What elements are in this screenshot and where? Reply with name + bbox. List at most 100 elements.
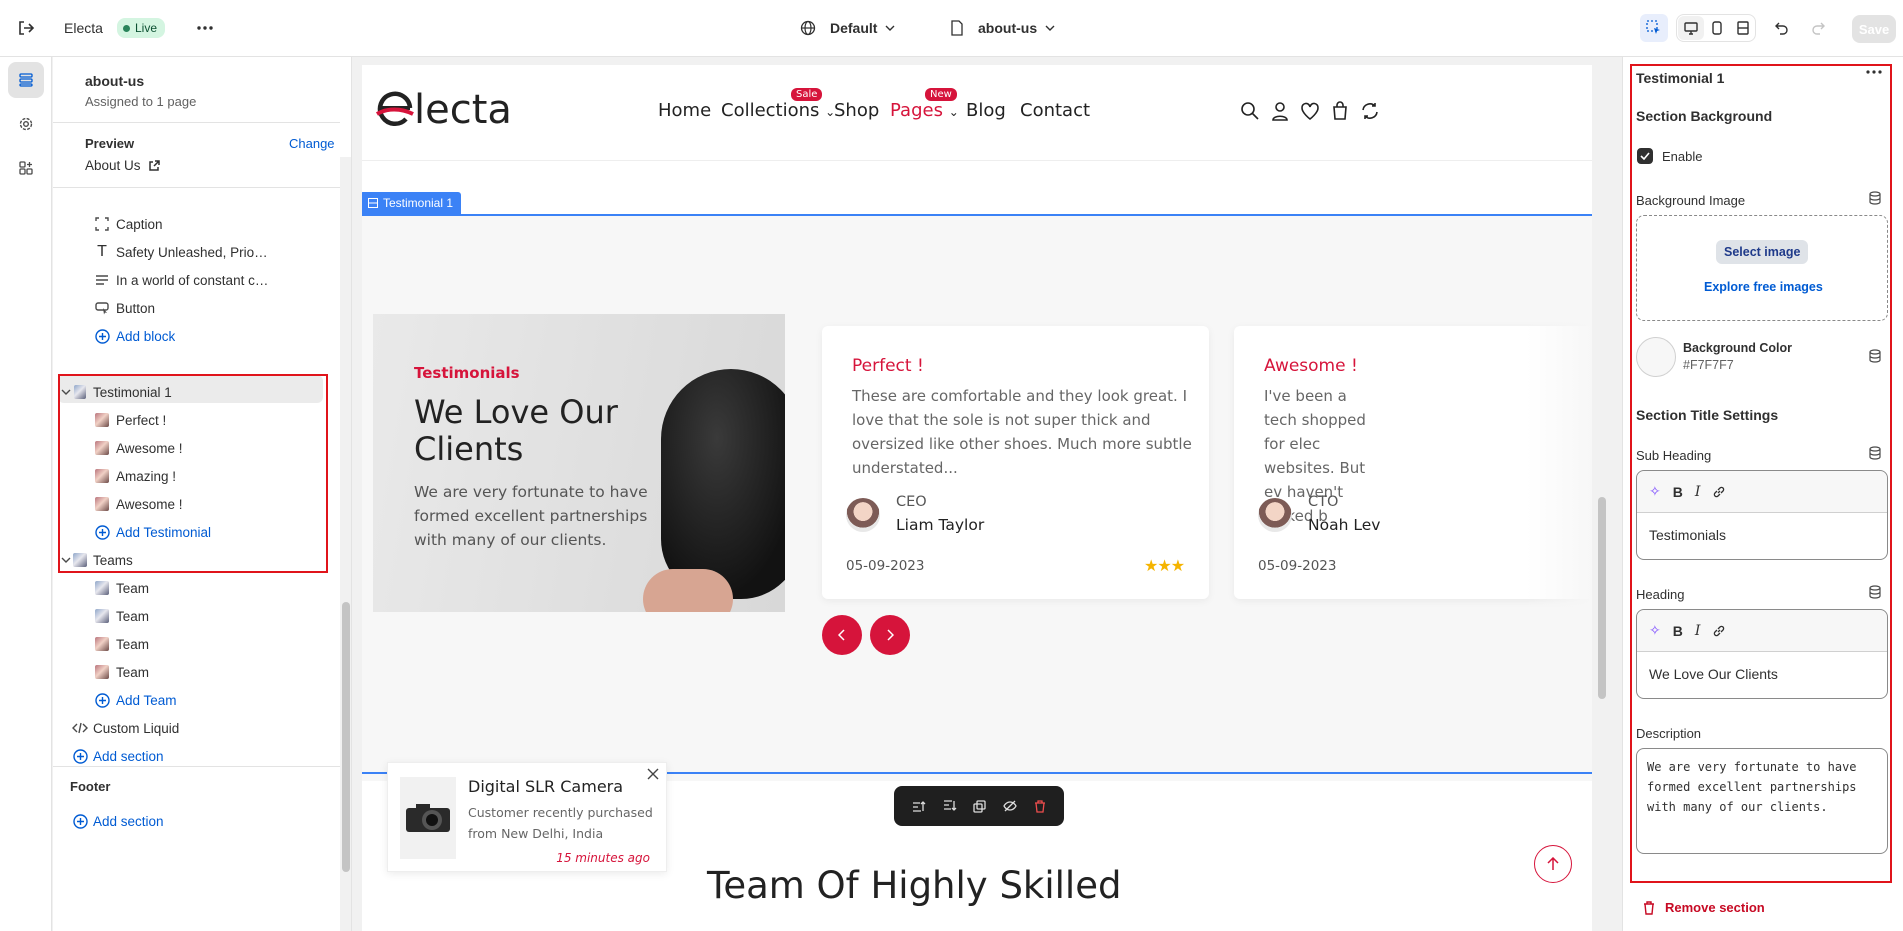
camera-image bbox=[400, 777, 456, 859]
exit-icon[interactable] bbox=[14, 16, 38, 40]
tree-item-label: Team bbox=[116, 664, 150, 680]
divider bbox=[53, 766, 340, 767]
live-badge: Live bbox=[117, 18, 166, 38]
duplicate-icon[interactable] bbox=[973, 799, 987, 813]
sections-icon[interactable] bbox=[8, 62, 44, 98]
highlight-box-tree bbox=[58, 374, 328, 573]
popup-line-2: from New Delhi, India bbox=[468, 826, 604, 841]
section-tag[interactable]: Testimonial 1 bbox=[362, 192, 462, 214]
move-up-icon[interactable] bbox=[912, 800, 926, 812]
canvas-scrollbar[interactable] bbox=[1596, 65, 1608, 931]
store-logo[interactable]: lecta bbox=[376, 83, 521, 133]
save-button[interactable]: Save bbox=[1852, 15, 1896, 43]
nav-pages-label: Pages bbox=[890, 100, 943, 121]
back-to-top-button[interactable] bbox=[1534, 845, 1572, 883]
settings-gear-icon[interactable] bbox=[8, 106, 44, 142]
cart-icon[interactable] bbox=[1330, 101, 1350, 121]
sidebar-scrollbar[interactable] bbox=[340, 157, 351, 931]
delete-icon[interactable] bbox=[1034, 799, 1046, 813]
chevron-down-icon bbox=[1045, 25, 1055, 31]
section-icon bbox=[368, 198, 378, 208]
tree-item-label: Button bbox=[116, 300, 156, 316]
theme-label: Default bbox=[830, 20, 878, 36]
close-icon[interactable] bbox=[646, 767, 660, 781]
new-badge: New bbox=[925, 88, 957, 101]
nav-shop[interactable]: Shop bbox=[834, 100, 879, 121]
app-name: Electa bbox=[64, 20, 103, 36]
header-icons bbox=[1240, 101, 1380, 121]
recent-purchase-popup[interactable]: Digital SLR Camera Customer recently pur… bbox=[387, 762, 667, 872]
external-link-icon bbox=[148, 159, 160, 171]
page-label: about-us bbox=[978, 20, 1038, 36]
remove-section-label: Remove section bbox=[1665, 900, 1765, 915]
popup-time: 15 minutes ago bbox=[556, 851, 650, 865]
add-block-button[interactable]: Add block bbox=[53, 319, 333, 353]
search-icon[interactable] bbox=[1240, 101, 1260, 121]
change-preview-link[interactable]: Change bbox=[289, 136, 335, 151]
fullscreen-icon[interactable] bbox=[1730, 16, 1756, 40]
hide-icon[interactable] bbox=[1003, 800, 1017, 812]
tree-item-label: Safety Unleashed, Priority ... bbox=[116, 244, 271, 260]
move-down-icon[interactable] bbox=[943, 800, 957, 812]
preview-value[interactable]: About Us bbox=[85, 158, 160, 173]
wishlist-icon[interactable] bbox=[1300, 101, 1320, 121]
trash-icon bbox=[1644, 900, 1654, 915]
paragraph-icon bbox=[93, 271, 111, 289]
account-icon[interactable] bbox=[1270, 101, 1290, 121]
device-toggle bbox=[1676, 14, 1756, 42]
undo-icon[interactable] bbox=[1770, 16, 1794, 40]
section-selection-outline bbox=[362, 214, 1592, 774]
nav-collections[interactable]: Collections ⌄ bbox=[721, 100, 835, 121]
tree-item-label: Add Team bbox=[116, 692, 177, 708]
storefront-preview: lecta Home Collections ⌄ Sale Shop Pages… bbox=[362, 65, 1592, 931]
preview-page-name: About Us bbox=[85, 158, 141, 173]
live-label: Live bbox=[135, 21, 158, 35]
scrollbar-thumb[interactable] bbox=[342, 602, 350, 872]
arrow-up-icon bbox=[1547, 857, 1559, 870]
tree-item-label: Team bbox=[116, 636, 150, 652]
plus-circle-icon bbox=[93, 691, 111, 709]
tree-item-label: Add section bbox=[93, 813, 164, 829]
add-section-button[interactable]: Add section bbox=[53, 739, 333, 773]
section-tag-label: Testimonial 1 bbox=[383, 196, 454, 210]
desktop-icon[interactable] bbox=[1678, 16, 1704, 40]
divider bbox=[53, 187, 340, 188]
tree-item-label: In a world of constant chan... bbox=[116, 272, 271, 288]
tree-item-label: Team bbox=[116, 580, 150, 596]
nav-pages[interactable]: Pages ⌄ bbox=[890, 100, 959, 121]
remove-section-button[interactable]: Remove section bbox=[1643, 900, 1765, 915]
compare-icon[interactable] bbox=[1360, 101, 1380, 121]
tree-item-label: Add section bbox=[93, 748, 164, 764]
apps-icon[interactable] bbox=[8, 150, 44, 186]
team-section-heading: Team Of Highly Skilled bbox=[707, 864, 1122, 907]
scrollbar-thumb[interactable] bbox=[1598, 497, 1606, 699]
divider bbox=[53, 122, 340, 123]
plus-circle-icon bbox=[71, 812, 89, 830]
inspector-icon[interactable] bbox=[1640, 14, 1668, 42]
nav-blog[interactable]: Blog bbox=[966, 100, 1006, 121]
team-thumb-icon bbox=[93, 635, 111, 653]
footer-add-section-button[interactable]: Add section bbox=[53, 804, 333, 838]
block-floating-toolbar bbox=[894, 786, 1064, 826]
button-icon bbox=[93, 299, 111, 317]
live-dot-icon bbox=[123, 24, 130, 32]
chevron-down-icon: ⌄ bbox=[948, 105, 959, 119]
redo-icon[interactable] bbox=[1806, 16, 1830, 40]
team-thumb-icon bbox=[93, 579, 111, 597]
mobile-icon[interactable] bbox=[1704, 16, 1730, 40]
nav-home[interactable]: Home bbox=[658, 100, 711, 121]
page-title: about-us bbox=[85, 73, 145, 89]
globe-icon bbox=[800, 20, 816, 36]
theme-selector[interactable]: Default bbox=[800, 16, 895, 40]
tree-item-label: Add block bbox=[116, 328, 176, 344]
page-selector[interactable]: about-us bbox=[950, 16, 1055, 40]
chevron-down-icon bbox=[885, 25, 895, 31]
top-bar: Electa Live Default about-us Save bbox=[0, 0, 1903, 57]
popup-line-1: Customer recently purchased bbox=[468, 805, 653, 820]
tree-item-label: Caption bbox=[116, 216, 163, 232]
nav-contact[interactable]: Contact bbox=[1020, 100, 1090, 121]
more-menu-icon[interactable] bbox=[192, 16, 218, 40]
preview-label: Preview bbox=[85, 136, 135, 151]
caption-icon bbox=[93, 215, 111, 233]
text-icon: T bbox=[97, 243, 107, 260]
